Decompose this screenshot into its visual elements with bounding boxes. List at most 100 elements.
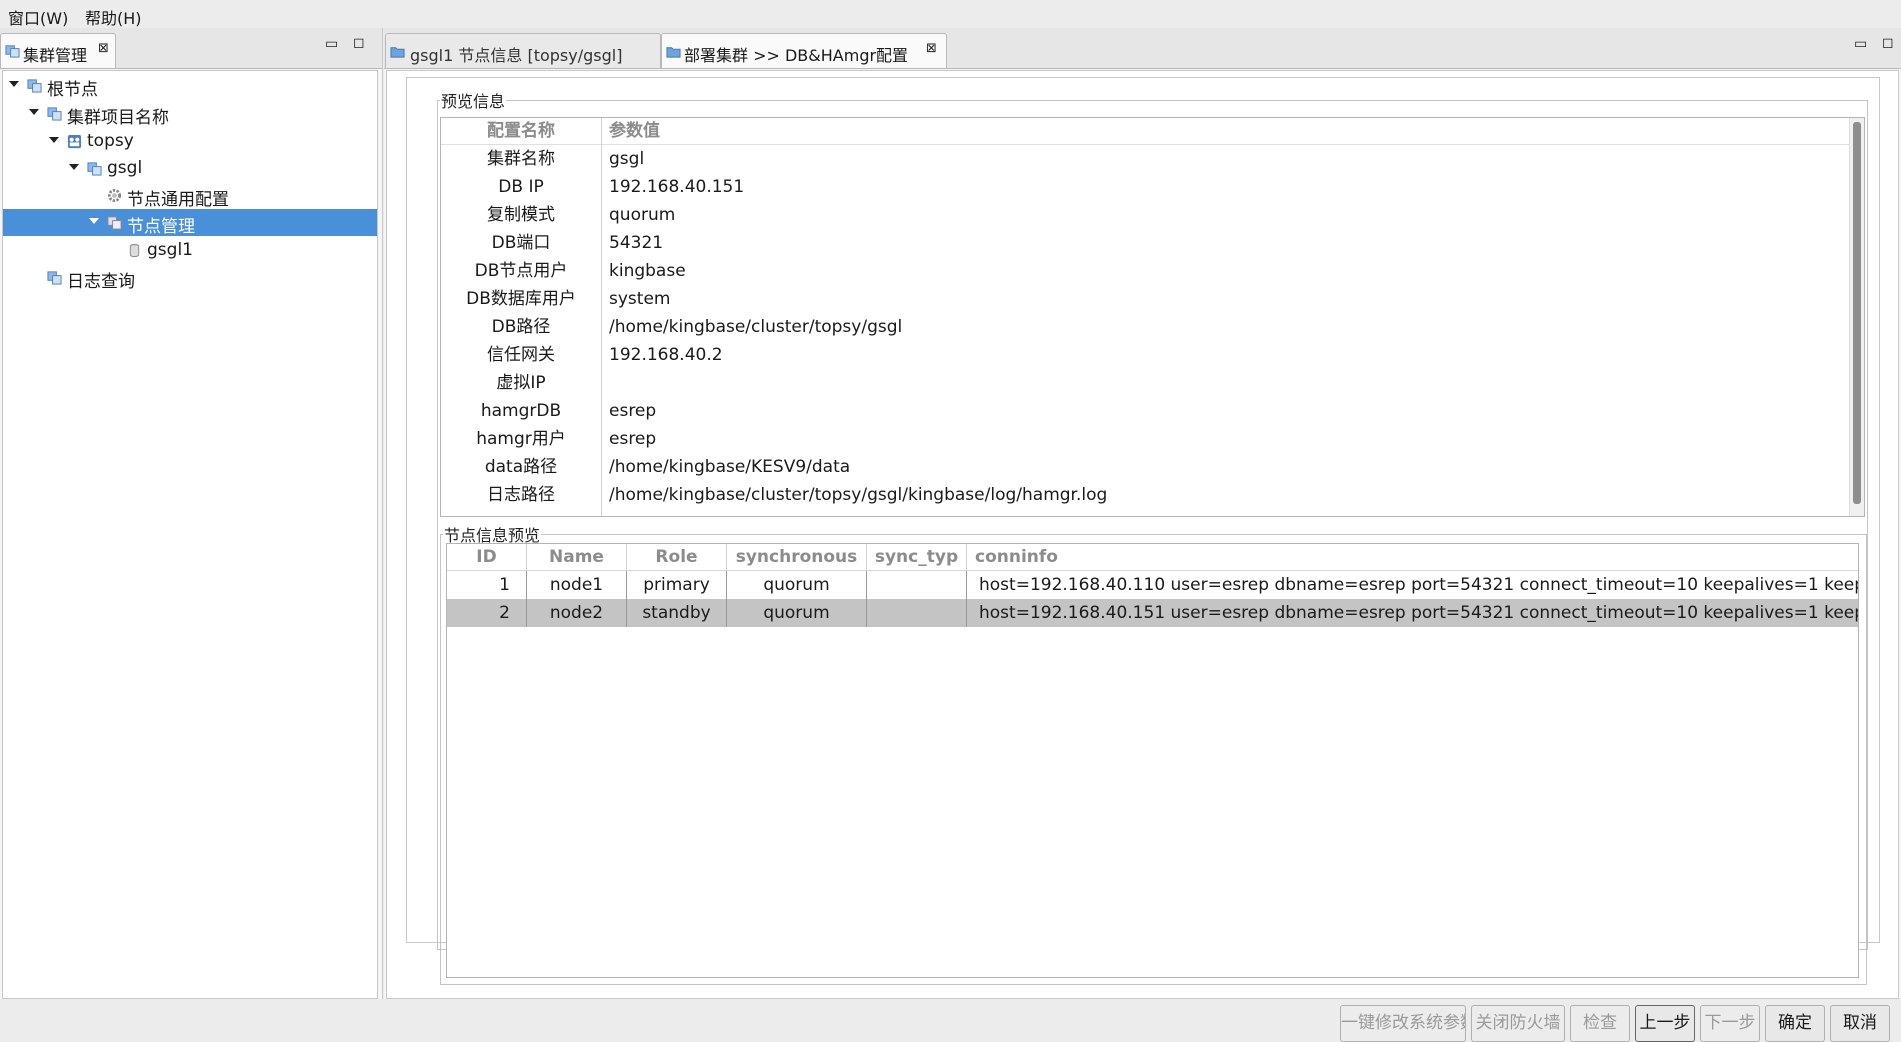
folder-icon — [390, 47, 405, 58]
vertical-scrollbar[interactable] — [1849, 118, 1864, 516]
cluster-icon — [27, 79, 42, 93]
tree-label: 集群项目名称 — [67, 108, 169, 128]
folder-icon — [666, 47, 681, 58]
node-conninfo-cell: host=192.168.40.151 user=esrep dbname=es… — [979, 603, 1859, 623]
tree-item-gsgl[interactable]: gsgl — [3, 155, 377, 182]
cluster-icon — [47, 271, 62, 285]
tree-label: 根节点 — [47, 80, 98, 100]
database-icon — [129, 243, 140, 258]
preview-info-legend: 预览信息 — [441, 92, 506, 111]
left-tabbar: 集群管理 ⊠ ▭ ◻ — [0, 28, 382, 69]
group-icon — [67, 134, 82, 149]
modify-system-params-button[interactable]: 一键修改系统参数 — [1340, 1005, 1466, 1042]
cancel-button[interactable]: 取消 — [1830, 1005, 1890, 1042]
tree-label: 节点通用配置 — [127, 190, 229, 210]
param-value-cell: esrep — [609, 401, 657, 421]
next-step-button[interactable]: 下一步 — [1700, 1005, 1760, 1042]
tab-label: 部署集群 >> DB&HAmgr配置 — [684, 46, 909, 65]
tree-item-gsgl1[interactable]: gsgl1 — [3, 237, 377, 264]
tab-node-info[interactable]: gsgl1 节点信息 [topsy/gsgl] — [385, 33, 661, 68]
config-name-cell: 虚拟IP — [496, 373, 546, 393]
prev-step-button[interactable]: 上一步 — [1635, 1005, 1695, 1042]
ok-button[interactable]: 确定 — [1765, 1005, 1825, 1042]
maximize-icon[interactable]: ◻ — [353, 35, 365, 51]
minimize-icon[interactable]: ▭ — [1854, 36, 1867, 52]
config-name-cell: DB路径 — [491, 317, 551, 337]
chevron-down-icon[interactable] — [49, 137, 59, 143]
node-conninfo-cell: host=192.168.40.110 user=esrep dbname=es… — [979, 575, 1859, 595]
param-value-cell: gsgl — [609, 149, 645, 169]
gear-icon — [107, 188, 122, 203]
tree-item-project[interactable]: 集群项目名称 — [3, 100, 377, 128]
param-value-cell: system — [609, 289, 671, 309]
header-synchronous: synchronous — [735, 547, 858, 567]
minimize-icon[interactable]: ▭ — [325, 36, 338, 52]
node-name-cell: node1 — [549, 575, 604, 595]
param-value-cell: 54321 — [609, 233, 664, 253]
preview-table: 配置名称 参数值 集群名称 gsgl DB IP 192.168.40.151 复制模式… — [440, 117, 1865, 517]
tree-label: gsgl1 — [147, 240, 193, 260]
param-value-cell: /home/kingbase/KESV9/data — [609, 457, 851, 477]
cluster-icon — [5, 45, 20, 58]
header-conninfo: conninfo — [975, 547, 1058, 567]
tree-item-root[interactable]: 根节点 — [3, 72, 377, 100]
menu-help[interactable]: 帮助(H) — [85, 5, 142, 29]
node-synchronous-cell: quorum — [763, 603, 830, 623]
tree-label: 节点管理 — [127, 217, 195, 237]
editor-tabbar: gsgl1 节点信息 [topsy/gsgl] 部署集群 >> DB&HAmgr… — [384, 28, 1901, 69]
check-button[interactable]: 检查 — [1570, 1005, 1630, 1042]
param-value-cell: kingbase — [609, 261, 686, 281]
close-firewall-button[interactable]: 关闭防火墙 — [1471, 1005, 1565, 1042]
tree-item-node-management[interactable]: 节点管理 — [3, 209, 377, 237]
tree-item-log-query[interactable]: 日志查询 — [3, 264, 377, 292]
config-name-cell: data路径 — [484, 457, 558, 477]
header-id: ID — [476, 547, 497, 567]
tab-deploy-cluster[interactable]: 部署集群 >> DB&HAmgr配置 ⊠ — [661, 33, 947, 68]
config-name-cell: hamgr用户 — [476, 429, 566, 449]
param-value-cell: esrep — [609, 429, 657, 449]
node-table: ID Name Role synchronous sync_typ connin… — [446, 543, 1859, 978]
config-name-cell: 信任网关 — [487, 345, 555, 365]
tree-label: 日志查询 — [67, 272, 135, 292]
config-name-cell: DB节点用户 — [474, 261, 568, 281]
header-sync-type: sync_typ — [874, 547, 959, 567]
config-name-cell: DB数据库用户 — [466, 289, 576, 309]
nodes-icon — [107, 216, 122, 230]
close-icon[interactable]: ⊠ — [926, 41, 937, 56]
maximize-icon[interactable]: ◻ — [1882, 35, 1894, 51]
close-icon[interactable]: ⊠ — [98, 41, 109, 56]
chevron-down-icon[interactable] — [9, 81, 19, 87]
tree-label: topsy — [87, 131, 134, 151]
menu-window[interactable]: 窗口(W) — [8, 5, 68, 29]
param-value-cell — [609, 369, 1839, 397]
tree-item-common-config[interactable]: 节点通用配置 — [3, 182, 377, 210]
tab-label: 集群管理 — [23, 46, 88, 65]
config-name-cell: 集群名称 — [487, 149, 555, 169]
header-name: Name — [549, 547, 604, 567]
tab-cluster-management[interactable]: 集群管理 ⊠ — [0, 33, 116, 68]
node-synchronous-cell: quorum — [763, 575, 830, 595]
tree-item-topsy[interactable]: topsy — [3, 128, 377, 155]
cluster-icon — [87, 162, 102, 176]
tab-label: gsgl1 节点信息 [topsy/gsgl] — [410, 46, 623, 65]
param-value-cell: 192.168.40.2 — [609, 345, 723, 365]
tree-label: gsgl — [107, 158, 143, 178]
config-name-cell: hamgrDB — [480, 401, 562, 421]
deploy-config-page: 预览信息 配置名称 参数值 集群名称 gsgl DB IP 192.168.40.15… — [386, 70, 1899, 1042]
editor-panel: gsgl1 节点信息 [topsy/gsgl] 部署集群 >> DB&HAmgr… — [384, 28, 1901, 1042]
param-value-cell: /home/kingbase/cluster/topsy/gsgl — [609, 317, 903, 337]
chevron-down-icon[interactable] — [69, 164, 79, 170]
config-name-cell: 复制模式 — [487, 205, 555, 225]
cluster-management-panel: 集群管理 ⊠ ▭ ◻ 根节点 集群项目名称 topsy gsgl 节点通用配置 … — [0, 28, 383, 999]
config-name-cell: 日志路径 — [487, 485, 555, 505]
config-name-cell: DB IP — [498, 177, 544, 197]
cluster-tree: 根节点 集群项目名称 topsy gsgl 节点通用配置 节点管理 gsgl1 … — [2, 70, 378, 999]
header-param-value: 参数值 — [609, 121, 660, 141]
scroll-thumb[interactable] — [1853, 122, 1861, 504]
node-id-cell: 2 — [499, 603, 510, 623]
config-name-cell: DB端口 — [491, 233, 551, 253]
chevron-down-icon[interactable] — [89, 218, 99, 224]
param-value-cell: /home/kingbase/cluster/topsy/gsgl/kingba… — [609, 485, 1108, 505]
chevron-down-icon[interactable] — [29, 109, 39, 115]
param-value-cell: quorum — [609, 205, 676, 225]
